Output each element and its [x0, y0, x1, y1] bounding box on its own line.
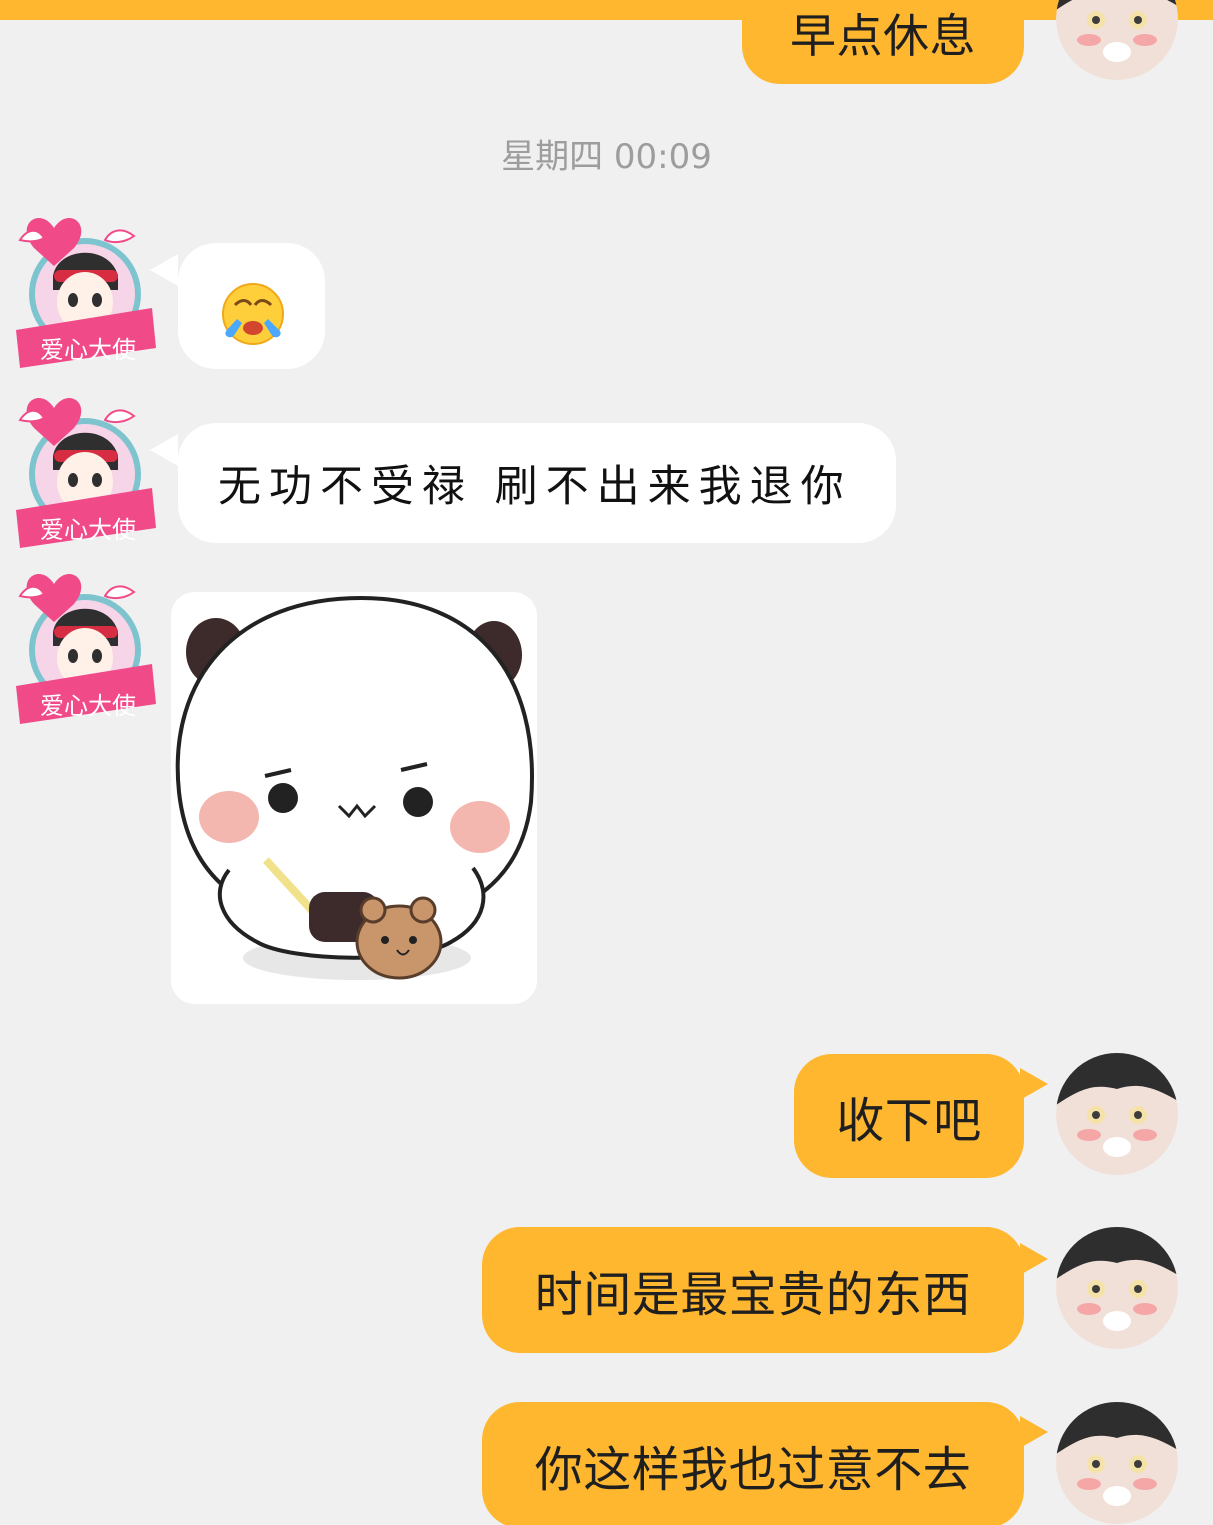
- right-bubble-tail: [1020, 1068, 1048, 1100]
- left-text-bubble[interactable]: 无功不受禄 刷不出来我退你: [178, 423, 896, 543]
- left-bubble-tail: [150, 434, 178, 466]
- left-message-text[interactable]: 爱心大使 无功不受禄 刷不出来我退你: [0, 376, 1213, 556]
- anime-avatar-icon: [1056, 1402, 1178, 1524]
- previous-right-avatar[interactable]: [1056, 0, 1178, 80]
- panda-sticker-icon: [171, 592, 537, 1004]
- badge-text: 爱心大使: [40, 336, 136, 364]
- right-message-text: 时间是最宝贵的东西: [534, 1267, 972, 1323]
- badge-text: 爱心大使: [40, 516, 136, 544]
- right-bubble-tail: [1020, 1243, 1048, 1275]
- left-avatar[interactable]: 爱心大使: [10, 198, 160, 368]
- left-avatar[interactable]: 爱心大使: [10, 554, 160, 724]
- right-avatar[interactable]: [1056, 1053, 1178, 1175]
- panda-sticker[interactable]: [171, 592, 537, 1004]
- heart-badge-avatar-icon: 爱心大使: [16, 398, 156, 548]
- heart-badge-avatar-icon: 爱心大使: [16, 574, 156, 724]
- right-bubble-tail: [1020, 1416, 1048, 1448]
- right-message-text: 收下吧: [836, 1093, 982, 1149]
- right-text-bubble[interactable]: 时间是最宝贵的东西: [482, 1227, 1024, 1353]
- right-text-bubble[interactable]: 你这样我也过意不去: [482, 1402, 1024, 1525]
- right-message-text: 你这样我也过意不去: [534, 1442, 972, 1498]
- anime-avatar-icon: [1056, 0, 1178, 80]
- previous-right-message[interactable]: 早点休息: [0, 0, 1213, 84]
- left-message-text-content: 无功不受禄 刷不出来我退你: [218, 462, 852, 512]
- left-bubble-tail: [150, 254, 178, 286]
- left-message-emoji[interactable]: 爱心大使: [0, 196, 1213, 376]
- crying-face-icon: [222, 283, 284, 345]
- right-message[interactable]: 你这样我也过意不去: [0, 1398, 1213, 1525]
- right-message[interactable]: 收下吧: [0, 1050, 1213, 1185]
- left-avatar[interactable]: 爱心大使: [10, 378, 160, 548]
- anime-avatar-icon: [1056, 1227, 1178, 1349]
- left-emoji-bubble[interactable]: [178, 243, 325, 369]
- anime-avatar-icon: [1056, 1053, 1178, 1175]
- chat-screen: 早点休息 星期四 00:09 爱心大使 爱心大使 无功不受禄 刷不出来我退你 爱…: [0, 0, 1213, 1525]
- right-avatar[interactable]: [1056, 1402, 1178, 1524]
- right-avatar[interactable]: [1056, 1227, 1178, 1349]
- right-message[interactable]: 时间是最宝贵的东西: [0, 1225, 1213, 1360]
- left-message-sticker[interactable]: 爱心大使: [0, 552, 1213, 1022]
- right-text-bubble[interactable]: 收下吧: [794, 1054, 1024, 1178]
- chat-timestamp: 星期四 00:09: [501, 137, 712, 177]
- previous-right-bubble[interactable]: 早点休息: [742, 0, 1024, 84]
- badge-text: 爱心大使: [40, 692, 136, 720]
- previous-right-text: 早点休息: [790, 9, 976, 63]
- heart-badge-avatar-icon: 爱心大使: [16, 218, 156, 368]
